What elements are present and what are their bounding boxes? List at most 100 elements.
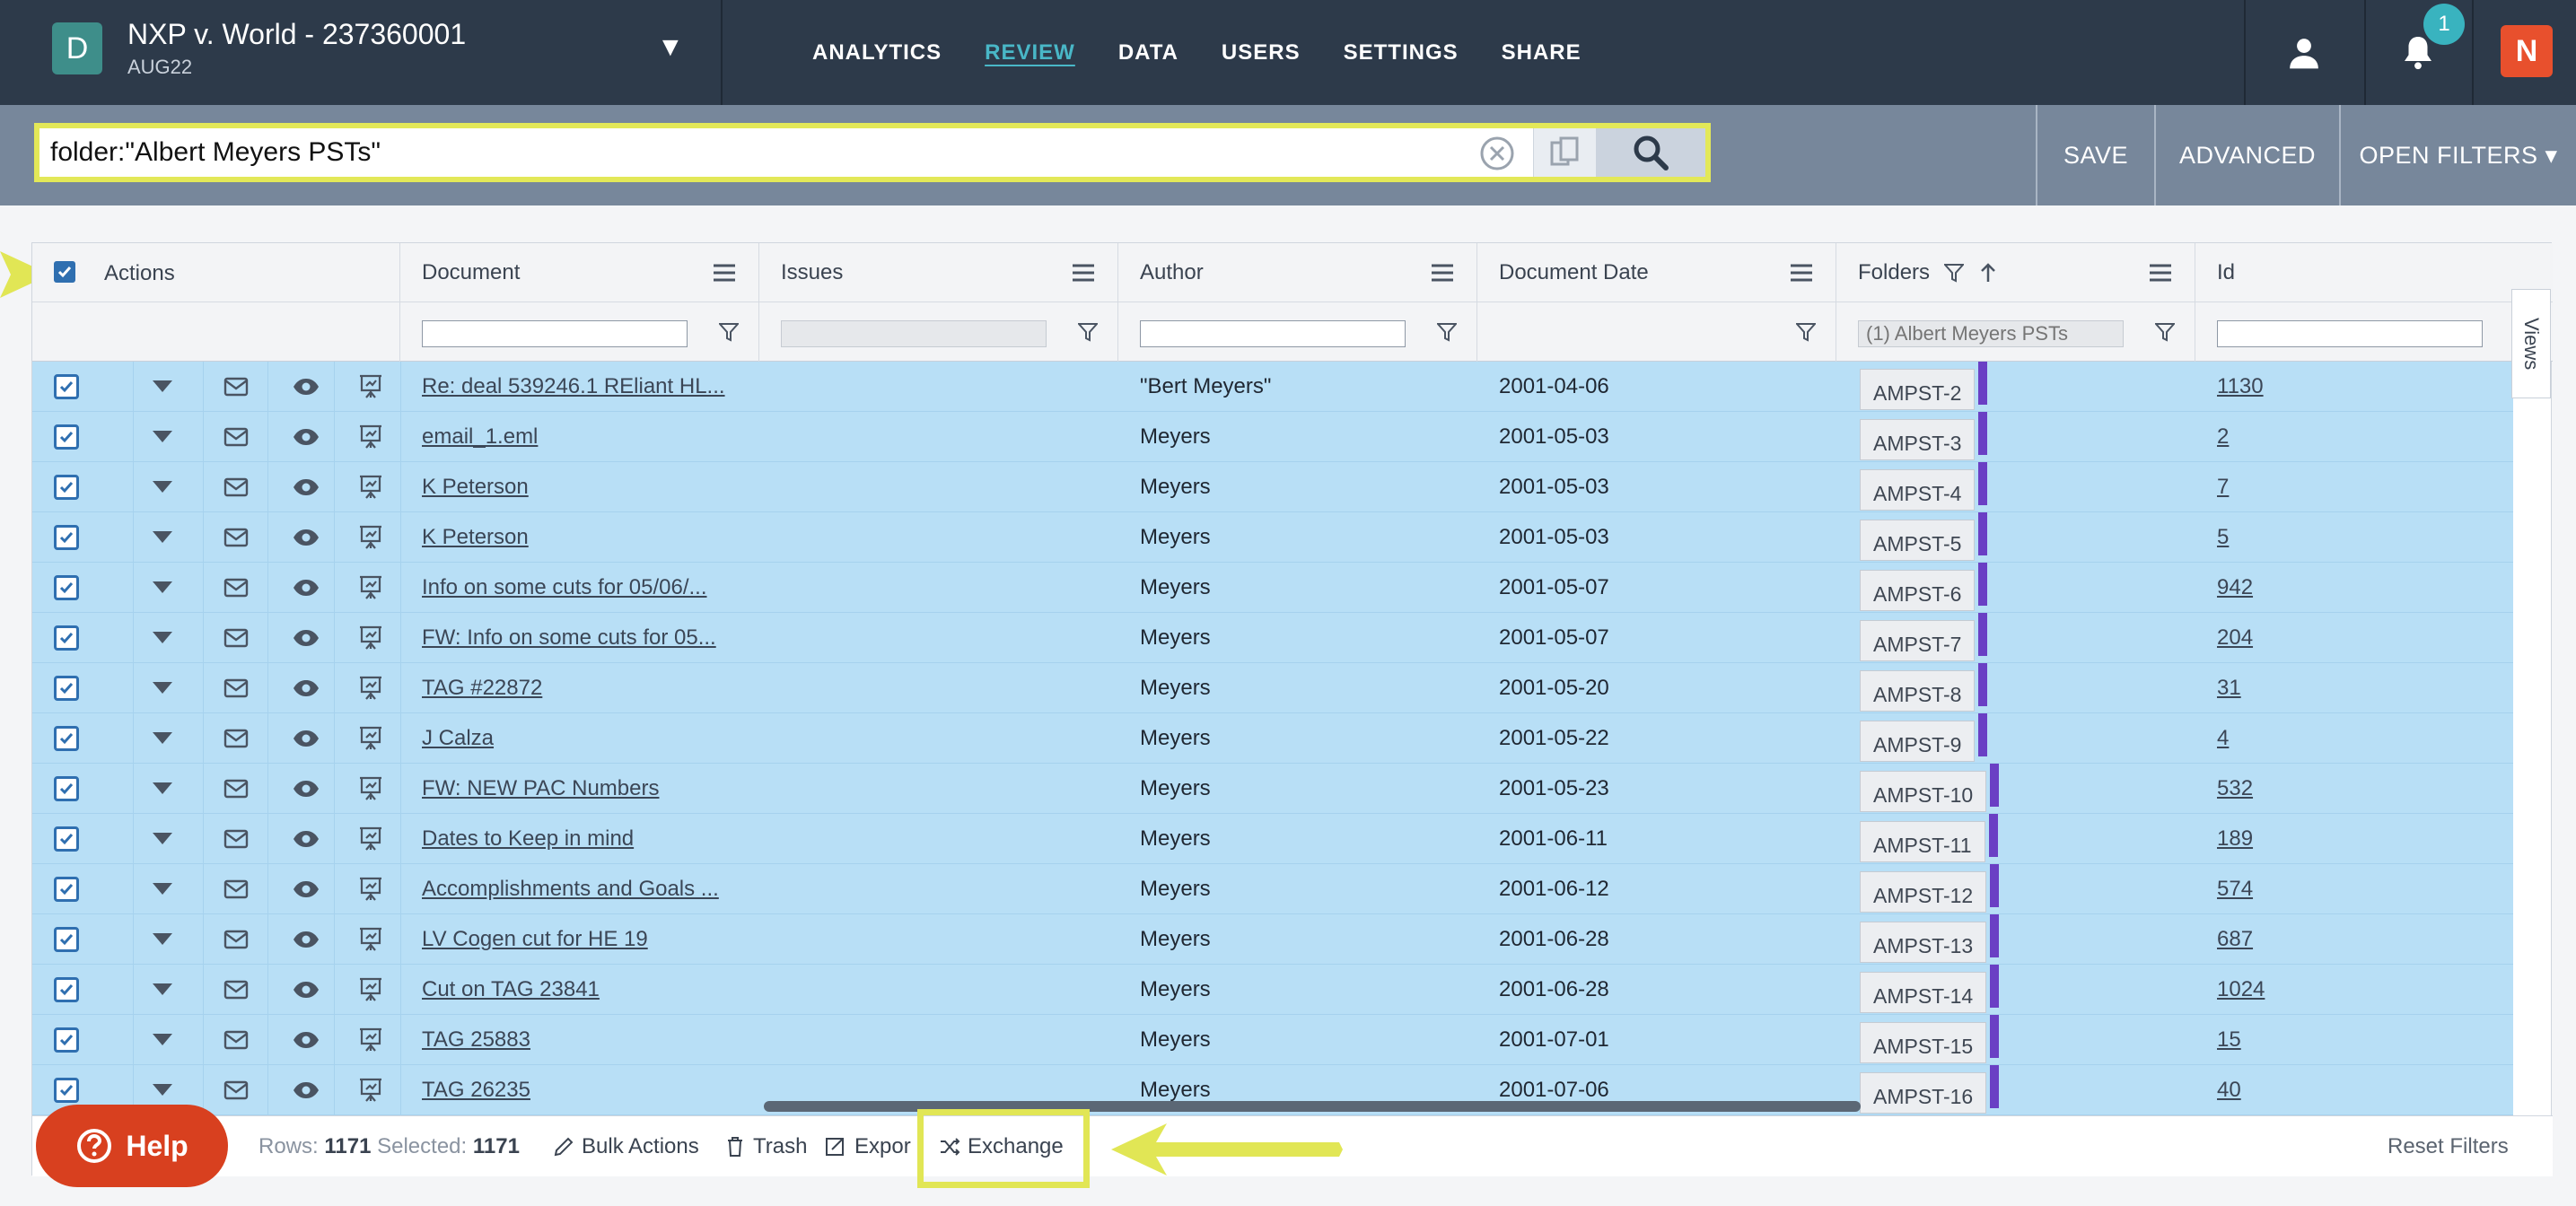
email-icon[interactable]: [223, 377, 249, 397]
row-view-action[interactable]: [275, 764, 337, 814]
document-filter-input[interactable]: [422, 320, 688, 347]
bulk-actions-button[interactable]: Bulk Actions: [553, 1116, 699, 1177]
row-email-action[interactable]: [205, 1015, 267, 1065]
row-view-action[interactable]: [275, 914, 337, 965]
email-icon[interactable]: [223, 729, 249, 748]
table-row[interactable]: FW: Info on some cuts for 05... Meyers 2…: [32, 613, 2513, 663]
advanced-search-button[interactable]: ADVANCED: [2154, 105, 2339, 205]
email-icon[interactable]: [223, 628, 249, 648]
row-document[interactable]: Cut on TAG 23841: [422, 965, 756, 1015]
id-link[interactable]: 189: [2217, 826, 2253, 852]
folders-column-header[interactable]: Folders: [1836, 243, 2195, 302]
email-icon[interactable]: [223, 779, 249, 799]
row-document[interactable]: Info on some cuts for 05/06/...: [422, 563, 756, 613]
row-menu-caret-icon[interactable]: [153, 1084, 172, 1097]
document-date-column-header[interactable]: Document Date: [1477, 243, 1836, 302]
row-checkbox[interactable]: [54, 676, 79, 701]
eye-icon[interactable]: [293, 529, 320, 546]
column-menu-icon[interactable]: [1432, 263, 1453, 283]
eye-icon[interactable]: [293, 629, 320, 647]
row-menu-caret-icon[interactable]: [153, 380, 172, 393]
folder-tag[interactable]: AMPST-7: [1860, 620, 1976, 661]
row-view-action[interactable]: [275, 613, 337, 663]
row-email-action[interactable]: [205, 965, 267, 1015]
presentation-icon[interactable]: [359, 826, 382, 852]
issues-filter-input[interactable]: [781, 320, 1047, 347]
row-view-action[interactable]: [275, 563, 337, 613]
folder-tag[interactable]: AMPST-4: [1860, 469, 1976, 511]
presentation-icon[interactable]: [359, 374, 382, 399]
document-link[interactable]: K Peterson: [422, 525, 529, 550]
row-email-action[interactable]: [205, 512, 267, 563]
row-present-action[interactable]: [339, 1065, 402, 1115]
select-all-checkbox[interactable]: [54, 261, 75, 283]
folder-tag[interactable]: AMPST-12: [1860, 871, 1987, 913]
eye-icon[interactable]: [293, 478, 320, 496]
id-link[interactable]: 2: [2217, 424, 2229, 450]
eye-icon[interactable]: [293, 830, 320, 848]
row-email-action[interactable]: [205, 914, 267, 965]
row-actions-menu[interactable]: [136, 512, 189, 563]
open-filters-button[interactable]: OPEN FILTERS ▾: [2339, 105, 2576, 205]
row-checkbox[interactable]: [54, 1078, 79, 1103]
email-icon[interactable]: [223, 879, 249, 899]
row-view-action[interactable]: [275, 663, 337, 713]
table-row[interactable]: Info on some cuts for 05/06/... Meyers 2…: [32, 563, 2513, 613]
row-email-action[interactable]: [205, 563, 267, 613]
filter-icon[interactable]: [2155, 322, 2175, 342]
row-document[interactable]: TAG 25883: [422, 1015, 756, 1065]
table-row[interactable]: K Peterson Meyers 2001-05-03 AMPST-4 7: [32, 462, 2513, 512]
search-input[interactable]: [39, 128, 1485, 177]
row-email-action[interactable]: [205, 713, 267, 764]
folder-tag[interactable]: AMPST-14: [1860, 972, 1987, 1013]
eye-icon[interactable]: [293, 880, 320, 898]
document-link[interactable]: email_1.eml: [422, 424, 538, 450]
presentation-icon[interactable]: [359, 776, 382, 801]
folder-tag[interactable]: AMPST-13: [1860, 922, 1987, 963]
row-actions-menu[interactable]: [136, 864, 189, 914]
row-menu-caret-icon[interactable]: [153, 1034, 172, 1046]
presentation-icon[interactable]: [359, 625, 382, 651]
row-checkbox[interactable]: [54, 877, 79, 902]
row-actions-menu[interactable]: [136, 713, 189, 764]
email-icon[interactable]: [223, 980, 249, 1000]
email-icon[interactable]: [223, 829, 249, 849]
row-actions-menu[interactable]: [136, 914, 189, 965]
row-menu-caret-icon[interactable]: [153, 531, 172, 544]
folder-tag[interactable]: AMPST-9: [1860, 721, 1976, 762]
nav-settings[interactable]: SETTINGS: [1344, 40, 1459, 66]
id-link[interactable]: 532: [2217, 776, 2253, 801]
row-checkbox[interactable]: [54, 525, 79, 550]
document-link[interactable]: TAG 25883: [422, 1027, 530, 1053]
row-email-action[interactable]: [205, 613, 267, 663]
row-present-action[interactable]: [339, 965, 402, 1015]
eye-icon[interactable]: [293, 981, 320, 999]
eye-icon[interactable]: [293, 428, 320, 446]
copy-query-button[interactable]: [1533, 128, 1596, 177]
eye-icon[interactable]: [293, 1081, 320, 1099]
column-menu-icon[interactable]: [2150, 263, 2171, 283]
document-link[interactable]: Re: deal 539246.1 REliant HL...: [422, 374, 725, 399]
row-actions-menu[interactable]: [136, 814, 189, 864]
export-button[interactable]: Expor: [824, 1116, 911, 1177]
document-link[interactable]: FW: Info on some cuts for 05...: [422, 625, 716, 651]
presentation-icon[interactable]: [359, 1078, 382, 1103]
case-title[interactable]: NXP v. World - 237360001: [127, 18, 466, 51]
row-document[interactable]: FW: NEW PAC Numbers: [422, 764, 756, 814]
table-row[interactable]: FW: NEW PAC Numbers Meyers 2001-05-23 AM…: [32, 764, 2513, 814]
eye-icon[interactable]: [293, 1031, 320, 1049]
row-menu-caret-icon[interactable]: [153, 782, 172, 795]
row-actions-menu[interactable]: [136, 613, 189, 663]
document-link[interactable]: FW: NEW PAC Numbers: [422, 776, 659, 801]
row-menu-caret-icon[interactable]: [153, 481, 172, 494]
column-menu-icon[interactable]: [1791, 263, 1812, 283]
row-document[interactable]: TAG #22872: [422, 663, 756, 713]
author-column-header[interactable]: Author: [1118, 243, 1477, 302]
row-document[interactable]: email_1.eml: [422, 412, 756, 462]
row-menu-caret-icon[interactable]: [153, 431, 172, 443]
document-column-header[interactable]: Document: [400, 243, 759, 302]
document-link[interactable]: TAG #22872: [422, 676, 542, 701]
id-filter-input[interactable]: [2217, 320, 2483, 347]
row-checkbox[interactable]: [54, 374, 79, 399]
row-checkbox[interactable]: [54, 424, 79, 450]
